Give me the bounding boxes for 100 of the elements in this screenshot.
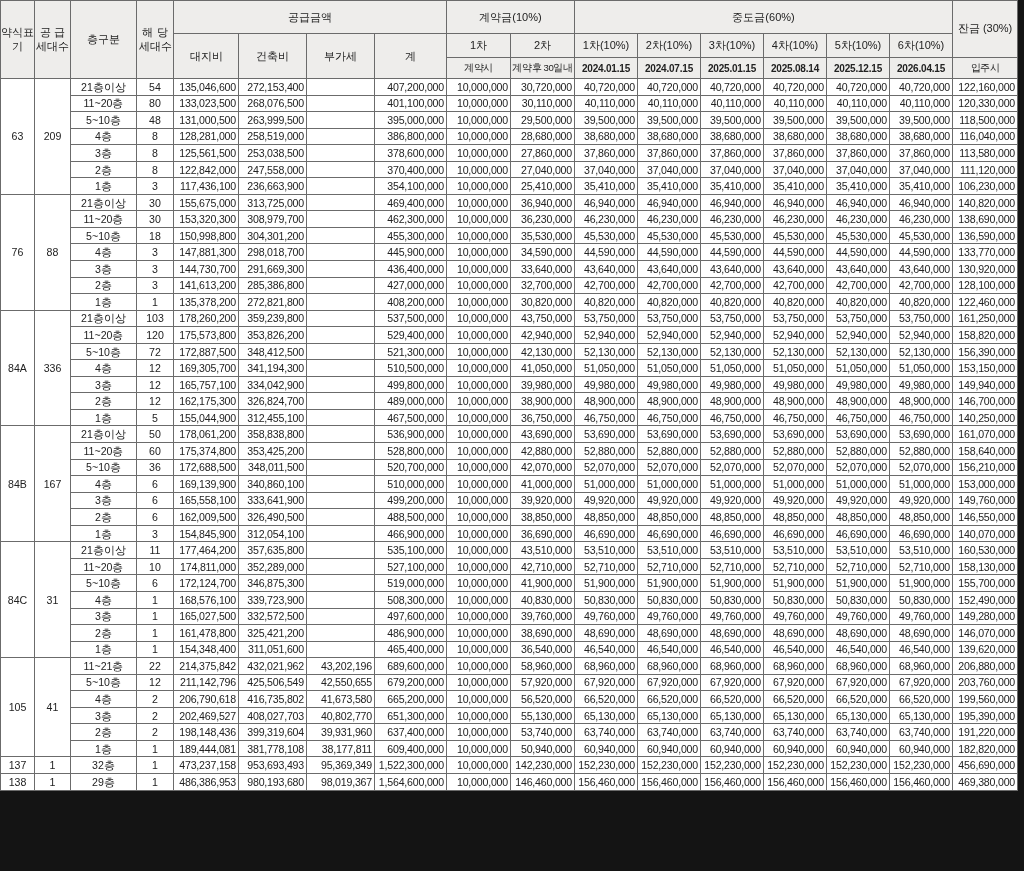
table-cell: 40,820,000 xyxy=(574,293,638,311)
table-cell: 53,690,000 xyxy=(637,426,701,443)
table-cell: 6 xyxy=(136,475,174,493)
table-cell: 46,940,000 xyxy=(889,194,953,211)
table-cell: 45,530,000 xyxy=(637,227,701,244)
table-cell: 334,042,900 xyxy=(238,376,307,393)
table-cell: 51,000,000 xyxy=(889,475,953,493)
table-cell: 32,700,000 xyxy=(510,277,575,294)
table-cell: 10,000,000 xyxy=(446,773,511,790)
table-cell: 48,850,000 xyxy=(826,508,890,526)
table-cell: 462,300,000 xyxy=(374,210,447,228)
table-cell: 52,940,000 xyxy=(889,326,953,344)
table-cell: 51,000,000 xyxy=(637,475,701,493)
table-cell: 10,000,000 xyxy=(446,326,511,344)
table-cell: 43,640,000 xyxy=(763,260,827,278)
table-cell: 158,130,000 xyxy=(952,558,1018,575)
table-cell: 65,130,000 xyxy=(826,707,890,724)
table-cell: 161,070,000 xyxy=(952,426,1018,443)
table-cell: 3 xyxy=(136,243,174,261)
table-cell: 1층 xyxy=(70,177,137,195)
table-cell: 67,920,000 xyxy=(637,674,701,691)
table-cell: 42,940,000 xyxy=(510,326,575,344)
table-cell: 65,130,000 xyxy=(763,707,827,724)
table-cell: 39,760,000 xyxy=(510,608,575,625)
table-cell: 953,693,493 xyxy=(238,756,307,774)
table-cell: 37,040,000 xyxy=(763,161,827,178)
table-cell: 35,410,000 xyxy=(763,177,827,195)
table-cell: 4층 xyxy=(70,359,137,377)
table-cell: 133,770,000 xyxy=(952,243,1018,261)
table-cell: 42,700,000 xyxy=(889,277,953,294)
table-cell: 41 xyxy=(34,657,71,757)
table-cell: 50,830,000 xyxy=(637,591,701,608)
table-cell: 128,100,000 xyxy=(952,277,1018,294)
table-cell: 198,148,436 xyxy=(173,723,239,741)
table-cell: 60 xyxy=(136,442,174,460)
table-cell: 88 xyxy=(34,194,71,311)
table-cell: 50,830,000 xyxy=(889,591,953,608)
table-cell: 41,050,000 xyxy=(510,359,575,377)
table-cell: 312,054,100 xyxy=(238,525,307,542)
table-cell: 46,690,000 xyxy=(574,525,638,542)
table-cell: 6 xyxy=(136,492,174,509)
table-cell: 2층 xyxy=(70,508,137,526)
table-cell: 5~10층 xyxy=(70,459,137,476)
table-cell: 40,720,000 xyxy=(637,78,701,96)
table-cell: 46,540,000 xyxy=(700,641,764,658)
table-cell: 29,500,000 xyxy=(510,111,575,129)
table-cell: 10,000,000 xyxy=(446,95,511,112)
table-cell: 52,070,000 xyxy=(700,459,764,476)
table-cell: 128,281,000 xyxy=(173,128,239,145)
table-cell: 46,690,000 xyxy=(826,525,890,542)
table-cell: 22 xyxy=(136,657,174,675)
table-cell: 37,860,000 xyxy=(763,144,827,162)
table-cell: 44,590,000 xyxy=(574,243,638,261)
table-cell: 52,710,000 xyxy=(826,558,890,575)
table-cell: 53,750,000 xyxy=(763,310,827,327)
table-cell: 44,590,000 xyxy=(763,243,827,261)
table-cell: 425,506,549 xyxy=(238,674,307,691)
table-cell: 353,425,200 xyxy=(238,442,307,460)
table-cell: 53,740,000 xyxy=(510,723,575,741)
table-cell: 304,301,200 xyxy=(238,227,307,244)
table-cell: 31 xyxy=(34,541,71,658)
table-cell: 4층 xyxy=(70,128,137,145)
table-cell: 44,590,000 xyxy=(889,243,953,261)
table-cell: 46,940,000 xyxy=(700,194,764,211)
table-cell: 49,920,000 xyxy=(574,492,638,509)
table-cell: 5 xyxy=(136,409,174,426)
table-cell: 199,560,000 xyxy=(952,690,1018,708)
table-cell: 51,050,000 xyxy=(763,359,827,377)
table-cell: 3층 xyxy=(70,608,137,625)
table-cell: 52,880,000 xyxy=(763,442,827,460)
table-cell: 10,000,000 xyxy=(446,608,511,625)
table-cell: 395,000,000 xyxy=(374,111,447,129)
table-cell: 40,110,000 xyxy=(826,95,890,112)
table-cell: 42,070,000 xyxy=(510,459,575,476)
table-cell: 4층 xyxy=(70,475,137,493)
table-cell: 177,464,200 xyxy=(173,541,239,559)
table-cell: 50,830,000 xyxy=(700,591,764,608)
table-cell: 40,820,000 xyxy=(637,293,701,311)
table-cell: 10,000,000 xyxy=(446,227,511,244)
table-cell: 10,000,000 xyxy=(446,359,511,377)
table-cell: 40,110,000 xyxy=(700,95,764,112)
table-cell: 21층이상 xyxy=(70,541,137,559)
table-cell: 130,920,000 xyxy=(952,260,1018,278)
table-cell: 36,230,000 xyxy=(510,210,575,228)
table-cell: 144,730,700 xyxy=(173,260,239,278)
table-cell: 52,130,000 xyxy=(637,343,701,360)
table-cell: 149,280,000 xyxy=(952,608,1018,625)
table-cell: 122,160,000 xyxy=(952,78,1018,96)
table-cell: 535,100,000 xyxy=(374,541,447,559)
table-cell: 45,530,000 xyxy=(574,227,638,244)
table-cell: 140,250,000 xyxy=(952,409,1018,426)
table-cell: 44,590,000 xyxy=(700,243,764,261)
table-cell: 1층 xyxy=(70,409,137,426)
table-cell: 48,850,000 xyxy=(889,508,953,526)
table-cell: 49,760,000 xyxy=(763,608,827,625)
table-cell: 348,412,500 xyxy=(238,343,307,360)
table-cell: 39,500,000 xyxy=(574,111,638,129)
table-cell: 46,750,000 xyxy=(574,409,638,426)
table-cell: 427,000,000 xyxy=(374,277,447,294)
table-cell: 3 xyxy=(136,525,174,542)
